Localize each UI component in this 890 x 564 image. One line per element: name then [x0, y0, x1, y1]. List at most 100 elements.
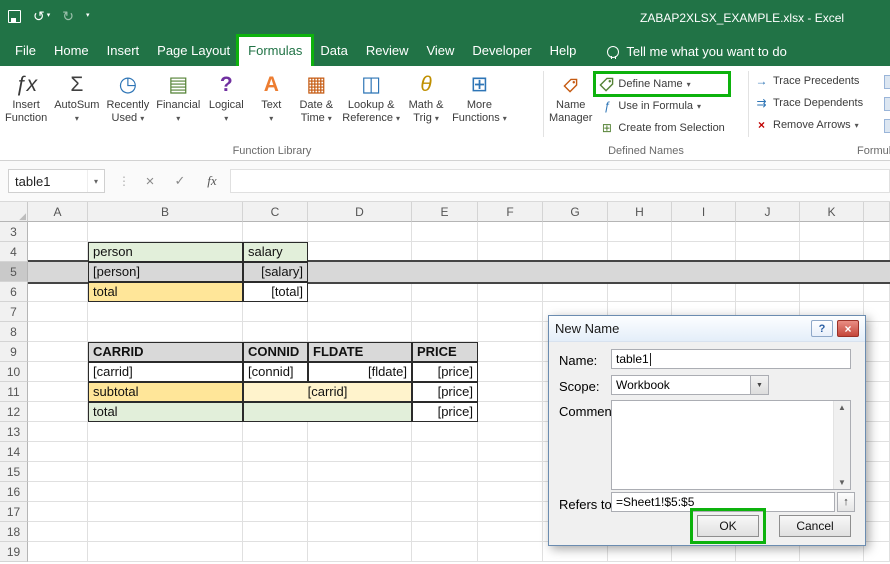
cell-F12[interactable] [478, 402, 543, 422]
cell-B6[interactable]: total [88, 282, 243, 302]
save-button[interactable] [8, 9, 21, 23]
row-header-5[interactable]: 5 [0, 262, 28, 282]
cell-A13[interactable] [28, 422, 88, 442]
tab-data[interactable]: Data [311, 37, 356, 66]
row-header-19[interactable]: 19 [0, 542, 28, 562]
cell-B10[interactable]: [carrid] [88, 362, 243, 382]
cell-C16[interactable] [243, 482, 308, 502]
select-all-button[interactable]: ◢ [0, 202, 28, 222]
cell-A15[interactable] [28, 462, 88, 482]
row-header-6[interactable]: 6 [0, 282, 28, 302]
cell-H4[interactable] [608, 242, 672, 262]
cell-E4[interactable] [412, 242, 478, 262]
name-box-dropdown[interactable]: ▾ [87, 170, 104, 192]
cell-B4[interactable]: person [88, 242, 243, 262]
cell-D4[interactable] [308, 242, 412, 262]
row-header-4[interactable]: 4 [0, 242, 28, 262]
cell-E9[interactable]: PRICE [412, 342, 478, 362]
cell-J4[interactable] [736, 242, 800, 262]
name-input[interactable]: table1 [611, 349, 851, 369]
column-header-C[interactable]: C [243, 202, 308, 222]
cell-C7[interactable] [243, 302, 308, 322]
cell-A6[interactable] [28, 282, 88, 302]
row-header-8[interactable]: 8 [0, 322, 28, 342]
cell-G4[interactable] [543, 242, 608, 262]
redo-button[interactable]: ↻ [62, 8, 74, 24]
cell-F17[interactable] [478, 502, 543, 522]
cell-B8[interactable] [88, 322, 243, 342]
cell-D14[interactable] [308, 442, 412, 462]
column-header-partial[interactable] [864, 202, 890, 222]
cell-B19[interactable] [88, 542, 243, 562]
row-header-16[interactable]: 16 [0, 482, 28, 502]
cell-A16[interactable] [28, 482, 88, 502]
cell-E18[interactable] [412, 522, 478, 542]
cell-C14[interactable] [243, 442, 308, 462]
cell-F9[interactable] [478, 342, 543, 362]
row-header-12[interactable]: 12 [0, 402, 28, 422]
cell-E6[interactable] [412, 282, 478, 302]
tab-review[interactable]: Review [357, 37, 418, 66]
cell-D8[interactable] [308, 322, 412, 342]
dialog-close-button[interactable]: × [837, 320, 859, 337]
cell-B7[interactable] [88, 302, 243, 322]
cell-x10[interactable] [864, 362, 890, 382]
formula-bar-resize-handle[interactable]: ⋮ [118, 174, 130, 188]
cell-K4[interactable] [800, 242, 864, 262]
cell-A17[interactable] [28, 502, 88, 522]
row-header-3[interactable]: 3 [0, 222, 28, 242]
cell-x18[interactable] [864, 522, 890, 542]
cell-F10[interactable] [478, 362, 543, 382]
cell-D15[interactable] [308, 462, 412, 482]
cell-D3[interactable] [308, 222, 412, 242]
cell-E7[interactable] [412, 302, 478, 322]
row-header-14[interactable]: 14 [0, 442, 28, 462]
cell-F8[interactable] [478, 322, 543, 342]
cell-E17[interactable] [412, 502, 478, 522]
cell-x15[interactable] [864, 462, 890, 482]
cell-x19[interactable] [864, 542, 890, 562]
clipped-ribbon-icon[interactable] [884, 97, 890, 111]
tab-page-layout[interactable]: Page Layout [148, 37, 239, 66]
cell-B16[interactable] [88, 482, 243, 502]
column-header-H[interactable]: H [608, 202, 672, 222]
cell-x11[interactable] [864, 382, 890, 402]
trace-precedents-button[interactable]: → Trace Precedents [751, 71, 890, 91]
tab-formulas[interactable]: Formulas [236, 34, 315, 69]
row-header-17[interactable]: 17 [0, 502, 28, 522]
cell-C12[interactable] [243, 402, 412, 422]
row-header-7[interactable]: 7 [0, 302, 28, 322]
cell-B11[interactable]: subtotal [88, 382, 243, 402]
cell-E10[interactable]: [price] [412, 362, 478, 382]
row-header-13[interactable]: 13 [0, 422, 28, 442]
date-time-button[interactable]: ▦ Date & Time ▾ [294, 69, 338, 127]
cell-x8[interactable] [864, 322, 890, 342]
cell-C19[interactable] [243, 542, 308, 562]
cancel-button[interactable]: Cancel [779, 515, 851, 537]
clipped-ribbon-icon[interactable] [884, 75, 890, 89]
cell-I6[interactable] [672, 282, 736, 302]
cell-B14[interactable] [88, 442, 243, 462]
column-header-F[interactable]: F [478, 202, 543, 222]
cell-B12[interactable]: total [88, 402, 243, 422]
cell-J6[interactable] [736, 282, 800, 302]
cell-x12[interactable] [864, 402, 890, 422]
scroll-up-icon[interactable]: ▲ [838, 401, 846, 414]
cell-F13[interactable] [478, 422, 543, 442]
cell-B18[interactable] [88, 522, 243, 542]
insert-function-fx-button[interactable]: fx [200, 169, 224, 193]
cell-x6[interactable] [864, 282, 890, 302]
cell-F4[interactable] [478, 242, 543, 262]
recently-used-button[interactable]: ◷ Recently Used ▾ [103, 69, 152, 127]
confirm-entry-button[interactable]: ✓ [168, 169, 192, 193]
cell-C5[interactable]: [salary] [243, 262, 308, 282]
cell-B5[interactable]: [person] [88, 262, 243, 282]
trace-dependents-button[interactable]: ⇉ Trace Dependents [751, 93, 890, 113]
scrollbar[interactable]: ▲ ▼ [833, 401, 850, 489]
cell-F19[interactable] [478, 542, 543, 562]
cell-E13[interactable] [412, 422, 478, 442]
cell-x9[interactable] [864, 342, 890, 362]
column-header-I[interactable]: I [672, 202, 736, 222]
column-header-G[interactable]: G [543, 202, 608, 222]
cell-E14[interactable] [412, 442, 478, 462]
